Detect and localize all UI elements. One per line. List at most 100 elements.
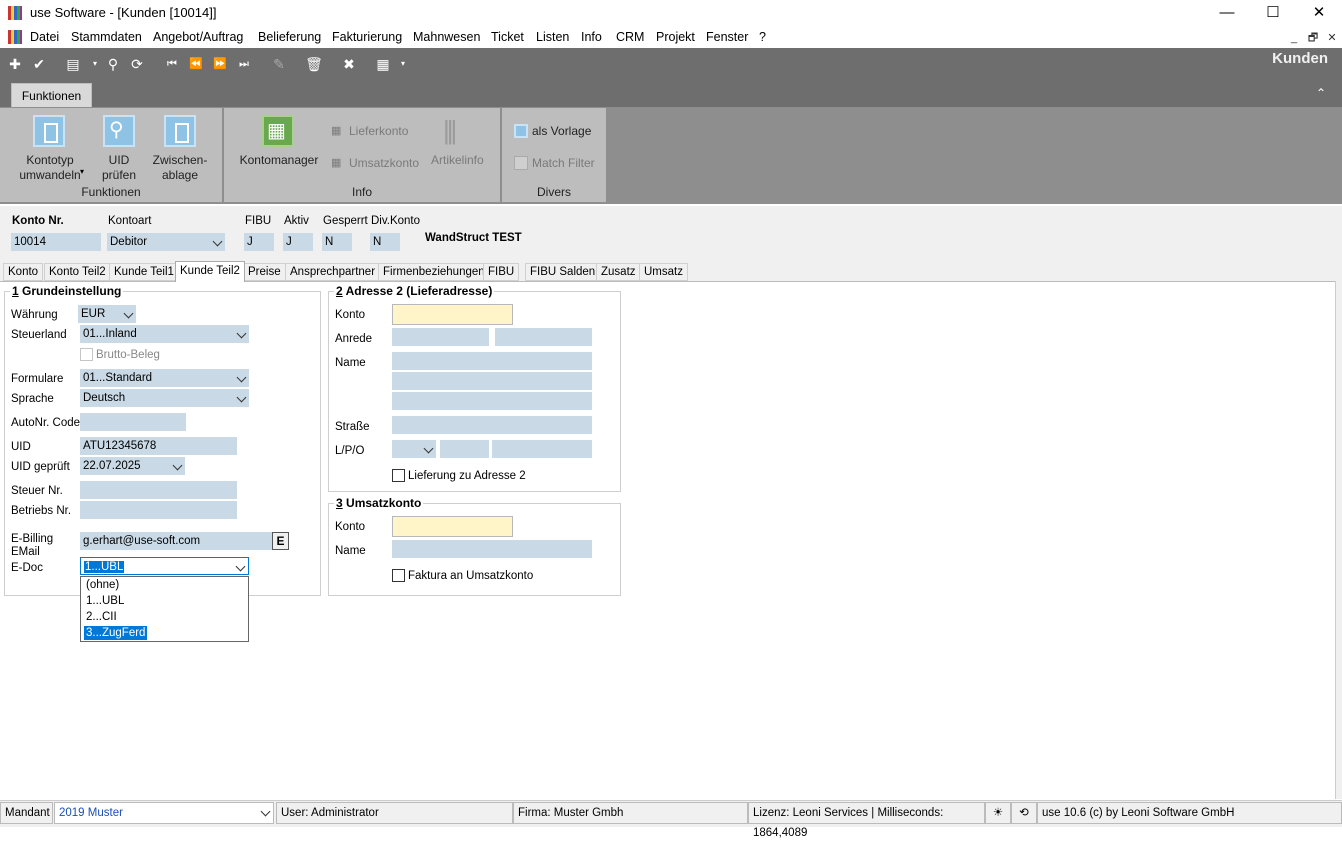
tab-fibu-salden[interactable]: FIBU Salden [525, 263, 601, 281]
edoc-option-cii[interactable]: 2...CII [84, 610, 119, 624]
mdi-restore-button[interactable]: 🗗 [1304, 31, 1322, 45]
tab-zusatz[interactable]: Zusatz [596, 263, 641, 281]
artikelinfo-button[interactable]: Artikelinfo [431, 153, 484, 167]
adr2-land-select[interactable] [392, 440, 436, 458]
tab-fibu[interactable]: FIBU [483, 263, 520, 281]
edit-icon[interactable]: ✎ [270, 55, 288, 73]
search-icon[interactable]: ⚲ [104, 55, 122, 73]
grid-dropdown-icon[interactable]: ▾ [394, 55, 412, 73]
close-button[interactable]: ✕ [1296, 0, 1342, 26]
uid-geprueft-date[interactable]: 22.07.2025 [80, 457, 185, 475]
adr2-konto-field[interactable] [392, 304, 513, 325]
ribbon-tab-funktionen[interactable]: Funktionen [11, 83, 92, 108]
collapse-ribbon-icon[interactable]: ⌃ [1316, 86, 1326, 100]
adr2-anrede-field[interactable] [392, 328, 489, 346]
uid-search-icon[interactable]: ⚲ [103, 115, 135, 147]
konto-nr-field[interactable]: 10014 [11, 233, 101, 251]
kontomanager-button[interactable]: Kontomanager [236, 153, 322, 168]
uid-pruefen-button[interactable]: UID prüfen [95, 153, 143, 183]
clipboard-icon[interactable] [164, 115, 196, 147]
edoc-option-ubl[interactable]: 1...UBL [84, 594, 126, 608]
tab-kunde-teil1[interactable]: Kunde Teil1 [109, 263, 179, 281]
brutto-beleg-checkbox[interactable] [80, 348, 93, 361]
menu-mahnwesen[interactable]: Mahnwesen [413, 30, 480, 44]
tab-ansprechpartner[interactable]: Ansprechpartner [285, 263, 381, 281]
minimize-button[interactable]: — [1204, 0, 1250, 26]
menu-projekt[interactable]: Projekt [656, 30, 695, 44]
tab-konto-teil2[interactable]: Konto Teil2 [44, 263, 111, 281]
umsatz-konto-field[interactable] [392, 516, 513, 537]
menu-help[interactable]: ? [759, 30, 766, 44]
autonr-field[interactable] [80, 413, 186, 431]
menu-crm[interactable]: CRM [616, 30, 644, 44]
formulare-select[interactable]: 01...Standard [80, 369, 249, 387]
maximize-button[interactable]: ☐ [1250, 0, 1296, 26]
delete-icon[interactable]: 🗑 [305, 55, 323, 73]
mdi-close-button[interactable]: ✕ [1323, 31, 1341, 45]
sync-icon[interactable]: ⟲ [1011, 802, 1037, 824]
adr2-name3-field[interactable] [392, 392, 592, 410]
kontotyp-icon[interactable] [33, 115, 65, 147]
adr2-name1-field[interactable] [392, 352, 592, 370]
umsatzkonto-button[interactable]: Umsatzkonto [349, 156, 419, 170]
menu-stammdaten[interactable]: Stammdaten [71, 30, 142, 44]
als-vorlage-button[interactable]: als Vorlage [532, 124, 591, 138]
ebilling-email-button[interactable]: E [272, 532, 289, 550]
als-vorlage-icon[interactable] [514, 124, 528, 138]
kontomanager-icon[interactable]: ▦ [262, 115, 294, 147]
steuerland-select[interactable]: 01...Inland [80, 325, 249, 343]
adr2-plz-field[interactable] [440, 440, 489, 458]
tab-umsatz[interactable]: Umsatz [639, 263, 688, 281]
sun-icon[interactable]: ☀ [985, 802, 1011, 824]
tab-kunde-teil2[interactable]: Kunde Teil2 [175, 261, 245, 282]
menu-fenster[interactable]: Fenster [706, 30, 748, 44]
menu-datei[interactable]: Datei [30, 30, 59, 44]
print-dropdown-icon[interactable]: ▾ [86, 55, 104, 73]
menu-belieferung[interactable]: Belieferung [258, 30, 321, 44]
previous-record-icon[interactable]: ⏪ [187, 55, 205, 73]
uid-field[interactable]: ATU12345678 [80, 437, 237, 455]
next-record-icon[interactable]: ⏩ [211, 55, 229, 73]
sprache-select[interactable]: Deutsch [80, 389, 249, 407]
edoc-option-ohne[interactable]: (ohne) [84, 578, 121, 592]
ebilling-email-field[interactable]: g.erhart@use-soft.com [80, 532, 272, 550]
mandant-select[interactable]: 2019 Muster [54, 802, 274, 824]
match-filter-button[interactable]: Match Filter [532, 156, 595, 170]
adr2-name2-field[interactable] [392, 372, 592, 390]
grid-view-icon[interactable]: ▦ [374, 55, 392, 73]
mdi-app-icon[interactable] [8, 30, 22, 44]
first-record-icon[interactable]: ⏮ [163, 55, 181, 73]
menu-fakturierung[interactable]: Fakturierung [332, 30, 402, 44]
adr2-titel-field[interactable] [495, 328, 592, 346]
kontotyp-dropdown-icon[interactable]: ▾ [80, 167, 84, 176]
side-panel-edge[interactable] [1335, 281, 1342, 799]
edoc-select[interactable]: 1...UBL [80, 557, 249, 575]
aktiv-field[interactable]: J [283, 233, 313, 251]
betriebs-nr-field[interactable] [80, 501, 237, 519]
save-check-icon[interactable]: ✔ [30, 55, 48, 73]
tab-firmenbeziehungen[interactable]: Firmenbeziehungen [378, 263, 490, 281]
lieferkonto-button[interactable]: Lieferkonto [349, 124, 408, 138]
adr2-strasse-field[interactable] [392, 416, 592, 434]
menu-listen[interactable]: Listen [536, 30, 569, 44]
tab-preise[interactable]: Preise [243, 263, 286, 281]
menu-ticket[interactable]: Ticket [491, 30, 524, 44]
edoc-option-zugferd[interactable]: 3...ZugFerd [84, 626, 148, 640]
gesperrt-field[interactable]: N [322, 233, 352, 251]
print-icon[interactable]: ▤ [64, 55, 82, 73]
last-record-icon[interactable]: ⏭ [235, 55, 253, 73]
kontoart-select[interactable]: Debitor [107, 233, 225, 251]
refresh-icon[interactable]: ⟳ [128, 55, 146, 73]
umsatz-name-field[interactable] [392, 540, 592, 558]
steuer-nr-field[interactable] [80, 481, 237, 499]
faktura-umsatzkonto-checkbox[interactable] [392, 569, 405, 582]
tab-konto[interactable]: Konto [3, 263, 44, 281]
add-icon[interactable]: ✚ [6, 55, 24, 73]
menu-info[interactable]: Info [581, 30, 602, 44]
divkonto-field[interactable]: N [370, 233, 400, 251]
waehrung-select[interactable]: EUR [78, 305, 136, 323]
zwischenablage-button[interactable]: Zwischen- ablage [148, 153, 212, 183]
lieferung-adresse2-checkbox[interactable] [392, 469, 405, 482]
cancel-icon[interactable]: ✖ [340, 55, 358, 73]
adr2-ort-field[interactable] [492, 440, 592, 458]
